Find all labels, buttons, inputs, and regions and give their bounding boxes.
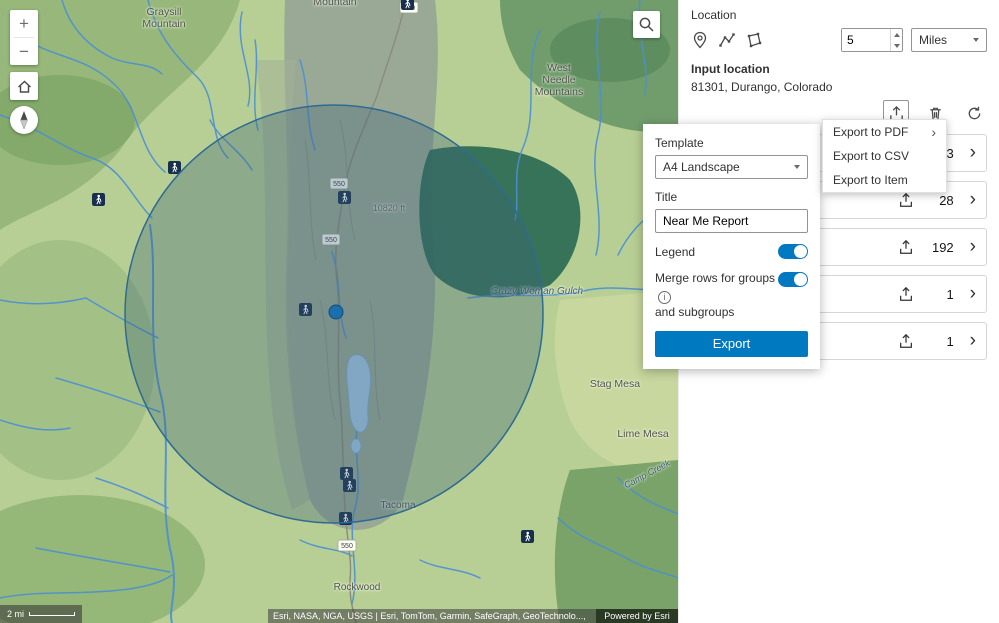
result-count: 1 — [946, 286, 954, 302]
chevron-right-icon: › — [969, 329, 976, 351]
chevron-right-icon: › — [969, 188, 976, 210]
title-input[interactable] — [663, 214, 800, 228]
compass-button[interactable] — [10, 106, 38, 134]
scale-bar: 2 mi — [0, 605, 83, 623]
map-label-elevation: 10820 ft — [372, 203, 406, 213]
merge-toggle-row: Merge rows for groups i and subgroups — [655, 270, 808, 320]
map-label-tacoma: Tacoma — [380, 500, 416, 511]
map-label-graysill: Graysill Mountain — [142, 6, 186, 30]
title-label: Title — [655, 190, 678, 204]
search-icon — [639, 17, 654, 32]
location-label: Location — [691, 8, 737, 22]
title-input-wrap — [655, 209, 808, 233]
legend-toggle-row: Legend — [655, 244, 808, 259]
zoom-in-button[interactable]: + — [10, 10, 38, 37]
result-count: 192 — [931, 239, 954, 255]
row-export-icon[interactable] — [898, 333, 914, 349]
sketch-tools — [691, 31, 763, 49]
pin-tool-icon[interactable] — [691, 31, 709, 49]
export-submit-button[interactable]: Export — [655, 330, 808, 357]
merge-label: Merge rows for groups i and subgroups — [655, 270, 778, 320]
menu-item-label: Export to Item — [833, 173, 908, 187]
map-search-button[interactable] — [633, 11, 660, 38]
export-dialog: Template A4 Landscape Title Legend Merge… — [643, 124, 820, 369]
result-count: 1 — [946, 333, 954, 349]
map-label-rockwood: Rockwood — [333, 582, 381, 593]
chevron-right-icon: › — [969, 141, 976, 163]
chevron-up-icon — [893, 32, 900, 37]
distance-input[interactable] — [842, 29, 891, 51]
submenu-chevron-icon: › — [931, 124, 936, 140]
scale-bar-rule — [29, 612, 76, 616]
map-label-lime-mesa: Lime Mesa — [617, 428, 669, 440]
map[interactable]: 550 550 550 550 Graysill — [0, 0, 678, 623]
zoom-out-button[interactable]: − — [10, 38, 38, 65]
info-icon[interactable]: i — [658, 290, 671, 304]
merge-label-line1: Merge rows for groups — [655, 271, 776, 285]
near-me-app: 550 550 550 550 Graysill — [0, 0, 999, 623]
refresh-button[interactable] — [961, 100, 987, 126]
stepper-up-button[interactable] — [891, 29, 902, 40]
svg-text:550: 550 — [325, 237, 337, 244]
map-label-mountain: Mountain — [313, 0, 357, 8]
polyline-tool-icon[interactable] — [718, 31, 736, 49]
svg-text:550: 550 — [341, 543, 353, 550]
scale-bar-label: 2 mi — [7, 609, 25, 619]
row-export-icon[interactable] — [898, 239, 914, 255]
location-tools-row: Miles — [691, 28, 987, 52]
home-button[interactable] — [10, 72, 38, 100]
row-export-icon[interactable] — [898, 192, 914, 208]
menu-item-export-pdf[interactable]: Export to PDF › — [823, 120, 946, 144]
input-location-value: 81301, Durango, Colorado — [691, 80, 833, 94]
template-label: Template — [655, 136, 704, 150]
powered-by-esri: Powered by Esri — [596, 609, 678, 623]
input-location-label: Input location — [691, 62, 770, 76]
unit-select-value: Miles — [919, 33, 948, 47]
merge-toggle[interactable] — [778, 272, 808, 287]
legend-toggle[interactable] — [778, 244, 808, 259]
result-count: 28 — [939, 192, 954, 208]
row-export-icon[interactable] — [898, 286, 914, 302]
unit-select[interactable]: Miles — [911, 28, 987, 52]
menu-item-export-csv[interactable]: Export to CSV — [823, 144, 946, 168]
template-select[interactable]: A4 Landscape — [655, 155, 808, 179]
chevron-down-icon — [794, 165, 800, 169]
map-label-west-needle: West Needle Mountains — [534, 62, 584, 98]
refresh-icon — [968, 106, 980, 119]
chevron-down-icon — [973, 38, 979, 42]
polygon-tool-icon[interactable] — [745, 31, 763, 49]
map-attribution: Esri, NASA, NGA, USGS | Esri, TomTom, Ga… — [268, 609, 596, 623]
legend-label: Legend — [655, 244, 696, 259]
chevron-right-icon: › — [969, 235, 976, 257]
template-select-value: A4 Landscape — [663, 160, 740, 174]
distance-stepper — [890, 29, 902, 51]
menu-item-label: Export to CSV — [833, 149, 910, 163]
home-icon — [17, 80, 31, 93]
svg-text:550: 550 — [333, 181, 345, 188]
map-label-crazy-woman-gulch: Crazy Woman Gulch — [490, 286, 584, 297]
zoom-control: + − — [10, 10, 38, 65]
chevron-right-icon: › — [969, 282, 976, 304]
distance-input-group — [841, 28, 903, 52]
menu-item-label: Export to PDF — [833, 125, 909, 139]
compass-needle-icon — [20, 111, 28, 130]
map-label-stag-mesa: Stag Mesa — [589, 378, 641, 390]
menu-item-export-item[interactable]: Export to Item — [823, 168, 946, 192]
export-context-menu: Export to PDF › Export to CSV Export to … — [822, 119, 947, 193]
merge-label-line2: and subgroups — [655, 304, 735, 319]
chevron-down-icon — [893, 43, 900, 48]
stepper-down-button[interactable] — [891, 40, 902, 51]
